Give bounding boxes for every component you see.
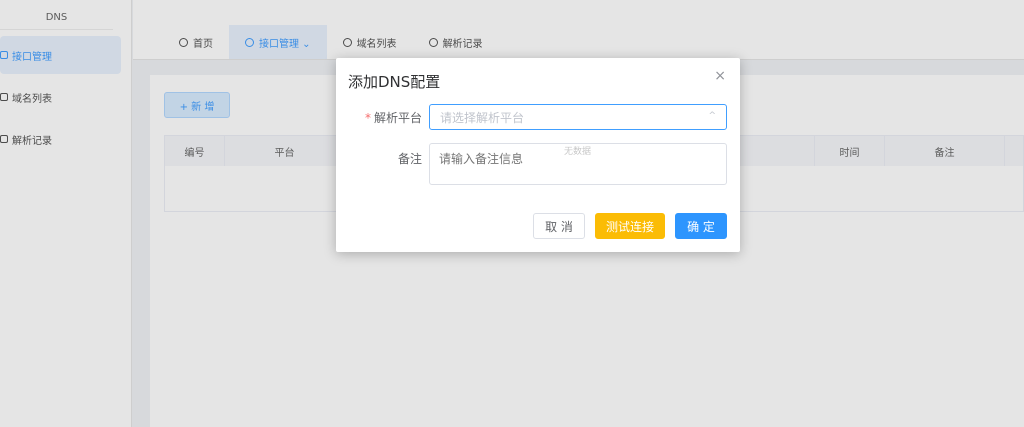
platform-label: * 解析平台 [365, 109, 422, 126]
platform-select[interactable]: 请选择解析平台 ^ [429, 104, 727, 130]
add-dns-dialog: 添加DNS配置 × *解析平台 请选择解析平台 ^ 备注 无数据 取 消 测试连… [336, 58, 740, 252]
required-mark: * [364, 111, 371, 125]
test-connection-button[interactable]: 测试连接 [595, 213, 665, 239]
cancel-button[interactable]: 取 消 [533, 213, 585, 239]
dialog-title: 添加DNS配置 [348, 73, 441, 91]
chevron-up-icon: ^ [708, 111, 716, 121]
close-icon[interactable]: × [714, 68, 726, 84]
platform-placeholder: 请选择解析平台 [440, 110, 525, 125]
confirm-button[interactable]: 确 定 [675, 213, 727, 239]
remark-label: 备注 [397, 152, 422, 166]
platform-label-text: 解析平台 [373, 111, 422, 125]
dropdown-empty-text: 无数据 [564, 147, 592, 157]
